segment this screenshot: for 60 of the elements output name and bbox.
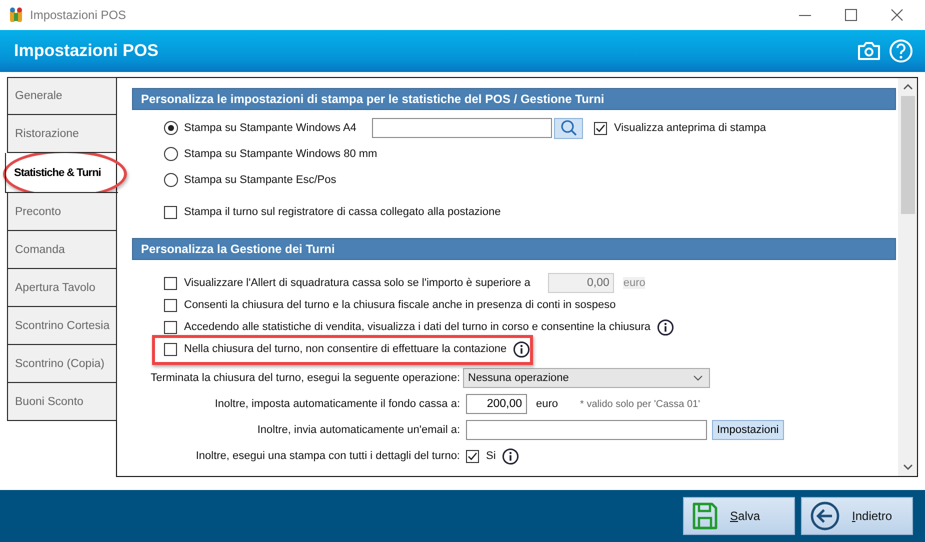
checkbox-label: Accedendo alle statistiche di vendita, visualizza i dati del turno in corso e consentine la chiusura bbox=[184, 321, 651, 333]
tab[interactable]: Ristorazione bbox=[7, 115, 117, 153]
scrollbar-thumb[interactable] bbox=[900, 96, 914, 214]
section-header: Personalizza la Gestione dei Turni bbox=[132, 238, 896, 260]
back-button[interactable]: Indietro bbox=[801, 497, 913, 535]
info-icon[interactable] bbox=[512, 340, 530, 358]
option-label: Stampa su Stampante Windows A4 bbox=[184, 122, 356, 134]
header-title: Impostazioni POS bbox=[14, 41, 160, 61]
tab[interactable]: Scontrino (Copia) bbox=[7, 345, 117, 383]
field-label: Terminata la chiusura del turno, esegui la seguente operazione: bbox=[150, 372, 460, 384]
app-icon bbox=[9, 7, 23, 23]
unit-label: euro bbox=[623, 277, 646, 289]
scrollbar[interactable] bbox=[898, 78, 917, 476]
checkbox[interactable] bbox=[466, 450, 479, 462]
printer-field[interactable] bbox=[372, 118, 552, 138]
radio-button[interactable] bbox=[164, 121, 178, 135]
tab[interactable]: Preconto bbox=[7, 193, 117, 231]
option-label: Stampa su Stampante Windows 80 mm bbox=[184, 148, 378, 160]
camera-icon[interactable] bbox=[857, 41, 881, 61]
caret-icon bbox=[693, 375, 703, 381]
settings-button[interactable]: Impostazioni bbox=[712, 420, 784, 440]
maximize-icon[interactable] bbox=[845, 9, 857, 21]
window-title: Impostazioni POS bbox=[30, 8, 128, 22]
field-label: Inoltre, esegui una stampa con tutti i dettagli del turno: bbox=[196, 450, 460, 462]
note-text: * valido solo per 'Cassa 01' bbox=[580, 398, 700, 410]
checkbox[interactable] bbox=[164, 298, 177, 312]
help-icon[interactable] bbox=[889, 39, 913, 63]
radio-button[interactable] bbox=[164, 173, 178, 187]
info-icon[interactable] bbox=[656, 318, 674, 336]
checkbox[interactable] bbox=[164, 276, 177, 290]
tab[interactable]: Apertura Tavolo bbox=[7, 269, 117, 307]
radio-button[interactable] bbox=[164, 147, 178, 161]
amount-field[interactable]: 200,00 bbox=[466, 394, 527, 414]
tab[interactable]: Scontrino Cortesia bbox=[7, 307, 117, 345]
scroll-down-icon[interactable] bbox=[902, 464, 912, 470]
checkbox[interactable] bbox=[164, 320, 177, 334]
search-button[interactable] bbox=[554, 118, 583, 138]
email-field[interactable] bbox=[466, 420, 707, 440]
tab[interactable]: Comanda bbox=[7, 231, 117, 269]
checkbox-label: Visualizza anteprima di stampa bbox=[614, 122, 766, 134]
scroll-up-icon[interactable] bbox=[902, 84, 912, 90]
field-label: Inoltre, invia automaticamente un'email a: bbox=[257, 424, 460, 436]
tab[interactable]: Generale bbox=[7, 77, 117, 115]
checkbox[interactable] bbox=[164, 206, 177, 218]
close-icon[interactable] bbox=[891, 9, 903, 21]
checkbox[interactable] bbox=[594, 122, 607, 134]
save-button[interactable]: Salva bbox=[683, 497, 795, 535]
checkbox-label: Nella chiusura del turno, non consentire di effettuare la contazione bbox=[184, 343, 507, 355]
tab[interactable]: Buoni Sconto bbox=[7, 383, 117, 421]
option-label: Stampa su Stampante Esc/Pos bbox=[184, 174, 336, 186]
checkbox-label: Stampa il turno sul registratore di cassa collegato alla postazione bbox=[184, 206, 501, 218]
field-label: Inoltre, imposta automaticamente il fondo cassa a: bbox=[214, 398, 460, 410]
section-header: Personalizza le impostazioni di stampa per le statistiche del POS / Gestione Turni bbox=[132, 88, 896, 110]
checkbox-label: Consenti la chiusura del turno e la chiusura fiscale anche in presenza di conti in sospeso bbox=[184, 299, 616, 311]
checkbox-label: Visualizzare l'Allert di squadratura cassa solo se l'importo è superiore a bbox=[184, 277, 530, 289]
info-icon[interactable] bbox=[502, 448, 519, 464]
checkbox[interactable] bbox=[164, 342, 177, 356]
operation-dropdown[interactable]: Nessuna operazione bbox=[463, 368, 710, 388]
checkbox-label: Si bbox=[486, 450, 496, 462]
unit-label: euro bbox=[536, 398, 558, 410]
